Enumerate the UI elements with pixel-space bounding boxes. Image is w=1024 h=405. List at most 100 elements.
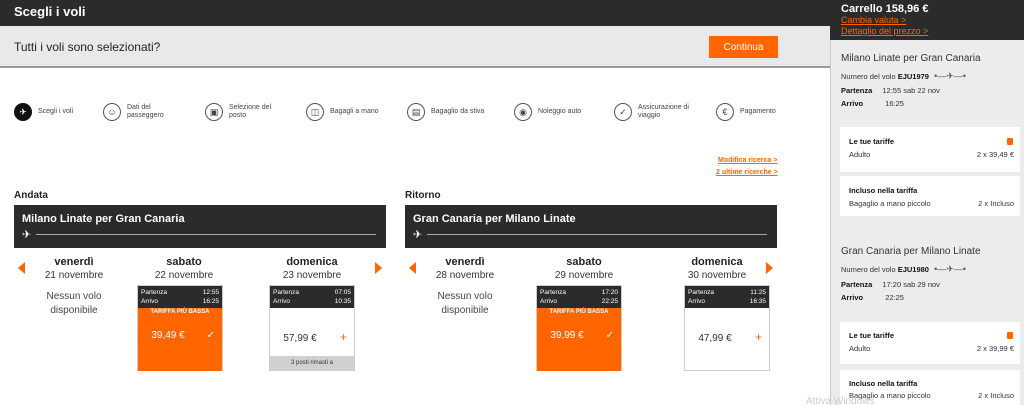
confirm-banner: Tutti i voli sono selezionati? Continua <box>0 26 830 68</box>
return-route-bar: Gran Canaria per Milano Linate ✈ <box>405 205 777 248</box>
step-hold-baggage[interactable]: ▤ Bagaglio da stiva <box>407 101 491 123</box>
departure-time: 11:25 <box>750 289 766 296</box>
price-detail-link[interactable]: Dettaglio del prezzo > <box>841 26 1024 37</box>
outbound-label: Andata <box>14 190 48 201</box>
step-label: Scegli i voli <box>38 108 74 115</box>
page-title: Scegli i voli <box>14 4 86 19</box>
passenger-icon: ☺ <box>103 103 121 121</box>
last-searches-link[interactable]: 2 ultime ricerche > <box>716 169 778 176</box>
step-seat-selection[interactable]: ▣ Selezione del posto <box>205 101 289 123</box>
sidebar-route-title: Milano Linate per Gran Canaria <box>841 53 981 64</box>
day-name: venerdì <box>445 256 485 268</box>
route-line <box>36 234 376 235</box>
outbound-route-bar: Milano Linate per Gran Canaria ✈ <box>14 205 386 248</box>
departure-label: Partenza <box>688 289 715 296</box>
return-day-1: venerdì 28 novembre <box>415 256 515 281</box>
airplane-icon: ✈ <box>413 229 423 241</box>
sidebar-arrival: Arrivo 22:25 <box>841 293 904 302</box>
departure-time: 12:55 <box>202 289 219 296</box>
return-flight-card-selected[interactable]: Partenza 17:20 Arrivo 22:25 TARIFFA PIÙ BA… <box>536 285 622 371</box>
car-icon: ◉ <box>514 103 532 121</box>
fare-type: Adulto <box>849 344 871 353</box>
add-icon[interactable]: + <box>340 330 347 344</box>
arrival-label: Arrivo <box>841 293 864 302</box>
return-flight-card[interactable]: Partenza 11:25 Arrivo 16:35 47,99 € + <box>684 285 770 371</box>
fare-value: 2 x 39,49 € <box>976 150 1014 159</box>
seats-left-text: 3 posti rimasti a <box>270 356 354 371</box>
step-passenger-data[interactable]: ☺ Dati del passeggero <box>103 101 187 123</box>
step-travel-insurance[interactable]: ✓ Assicurazione di viaggio <box>614 101 698 123</box>
return-day-2: sabato 29 novembre <box>534 256 634 281</box>
continue-button[interactable]: Continua <box>709 36 778 58</box>
step-label: Dati del passeggero <box>127 104 164 119</box>
no-flight-text: Nessun volo disponibile <box>437 291 493 316</box>
check-icon: ✓ <box>206 330 215 341</box>
outbound-route-title: Milano Linate per Gran Canaria <box>22 213 185 225</box>
return-next-arrow-icon[interactable] <box>766 262 773 274</box>
outbound-day-2: sabato 22 novembre <box>134 256 234 281</box>
shield-icon: ✓ <box>614 103 632 121</box>
trash-icon[interactable] <box>1007 332 1013 339</box>
payment-icon: € <box>716 103 734 121</box>
departure-label: Partenza <box>841 86 873 95</box>
step-payment[interactable]: € Pagamento <box>716 101 800 123</box>
step-choose-flights[interactable]: ✈ Scegli i voli <box>14 101 98 123</box>
arrival-label: Arrivo <box>141 298 158 305</box>
arrival-time: 10:35 <box>334 298 351 305</box>
fare-body: 47,99 € + <box>685 308 769 371</box>
fare-value: 2 x 39,99 € <box>976 344 1014 353</box>
page-header: Scegli i voli <box>0 0 830 26</box>
sidebar-arrival: Arrivo 16:25 <box>841 99 904 108</box>
sidebar-departure: Partenza 17:20 sab 29 nov <box>841 280 940 289</box>
lowest-fare-tag: TARIFFA PIÙ BASSA <box>537 308 621 316</box>
arrival-label: Arrivo <box>273 298 290 305</box>
sidebar-route-title: Gran Canaria per Milano Linate <box>841 246 981 257</box>
step-hand-baggage[interactable]: ◫ Bagagli a mano <box>306 101 390 123</box>
seat-icon: ▣ <box>205 103 223 121</box>
arrival-time: 16:25 <box>202 298 219 305</box>
sidebar-fares-box: Le tue tariffe Adulto 2 x 39,99 € <box>840 322 1020 364</box>
flight-number-label: Numero del volo <box>841 265 896 274</box>
included-title: Incluso nella tariffa <box>849 186 918 195</box>
fares-title: Le tue tariffe <box>849 137 895 146</box>
fares-title: Le tue tariffe <box>849 331 895 340</box>
fare-body: TARIFFA PIÙ BASSA 39,49 € ✓ <box>138 308 222 371</box>
outbound-next-arrow-icon[interactable] <box>375 262 382 274</box>
step-label: Bagagli a mano <box>330 108 379 115</box>
flight-times: Partenza 12:55 Arrivo 16:25 <box>138 286 222 308</box>
arrival-value: 16:25 <box>885 99 904 108</box>
outbound-flight-card-selected[interactable]: Partenza 12:55 Arrivo 16:25 TARIFFA PIÙ BA… <box>137 285 223 371</box>
included-item: Bagaglio a mano piccolo <box>849 199 931 208</box>
step-car-rental[interactable]: ◉ Noleggio auto <box>514 101 598 123</box>
step-label: Noleggio auto <box>538 108 582 115</box>
arrival-time: 16:35 <box>749 298 766 305</box>
departure-label: Partenza <box>141 289 168 296</box>
airplane-icon: •—✈—• <box>934 71 966 81</box>
arrival-time: 22:25 <box>601 298 618 305</box>
fare-type: Adulto <box>849 150 871 159</box>
fare-price: 57,99 € <box>283 333 317 344</box>
sidebar-flight-number: Numero del volo EJU1979 •—✈—• <box>841 71 966 82</box>
day-name: venerdì <box>54 256 94 268</box>
change-currency-link[interactable]: Cambia valuta > <box>841 15 1024 26</box>
add-icon[interactable]: + <box>755 330 762 344</box>
sidebar-flight-number: Numero del volo EJU1980 •—✈—• <box>841 264 966 275</box>
no-flight-text: Nessun volo disponibile <box>46 291 102 316</box>
step-label: Pagamento <box>740 108 776 115</box>
cart-header: Carrello 158,96 € Cambia valuta > Dettag… <box>830 0 1024 40</box>
step-label: Assicurazione di viaggio <box>638 104 689 119</box>
trash-icon[interactable] <box>1007 138 1013 145</box>
sidebar-fares-box: Le tue tariffe Adulto 2 x 39,49 € <box>840 127 1020 172</box>
day-date: 23 novembre <box>282 270 342 281</box>
day-date: 21 novembre <box>44 270 104 281</box>
outbound-flight-card[interactable]: Partenza 07:05 Arrivo 10:35 57,99 € + 3 po… <box>269 285 355 371</box>
airplane-icon: ✈ <box>14 103 32 121</box>
arrival-label: Arrivo <box>540 298 557 305</box>
windows-activation-watermark: Attiva Windows <box>806 396 875 405</box>
return-day-3: domenica 30 novembre <box>667 256 767 281</box>
airplane-icon: •—✈—• <box>934 264 966 274</box>
departure-label: Partenza <box>540 289 567 296</box>
hold-bag-icon: ▤ <box>407 103 425 121</box>
flight-number-label: Numero del volo <box>841 72 896 81</box>
modify-search-link[interactable]: Modifica ricerca > <box>718 157 777 164</box>
